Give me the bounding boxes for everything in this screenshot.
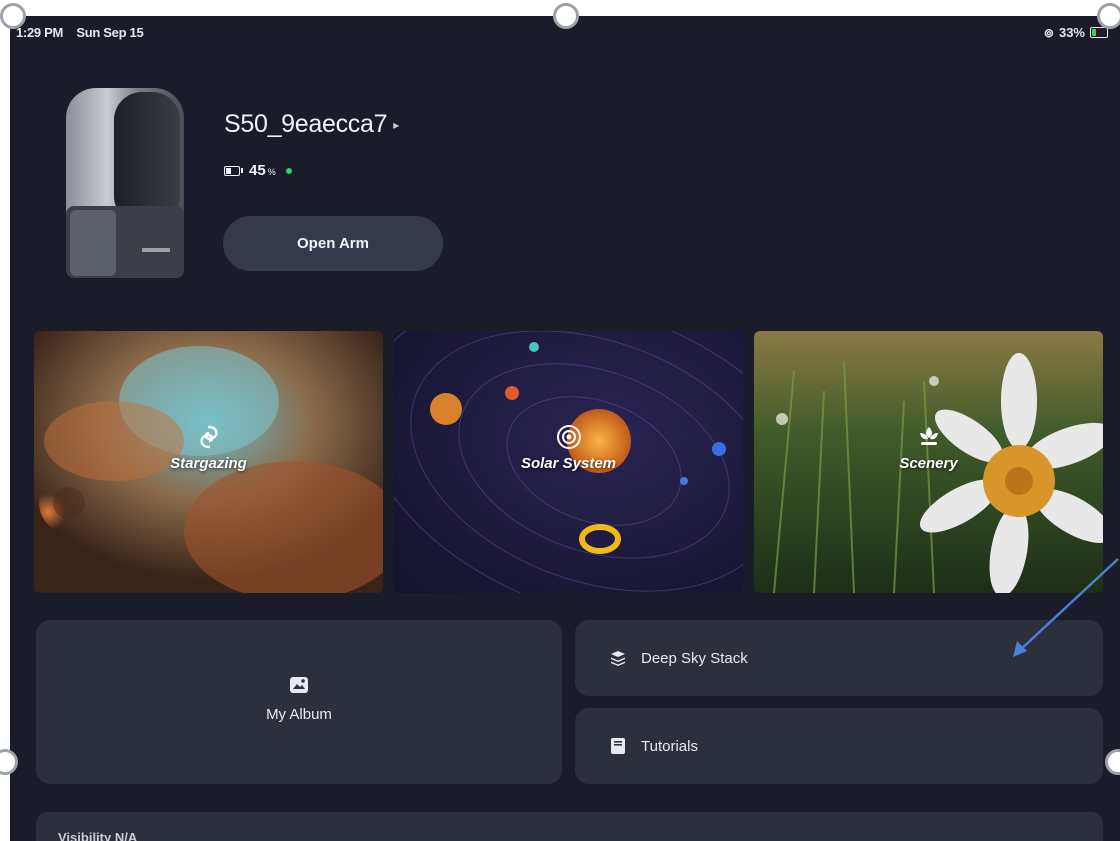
device-name-link[interactable]: S50_9eaecca7 ▸	[224, 110, 399, 139]
open-arm-button[interactable]: Open Arm	[223, 216, 443, 271]
status-time: 1:29 PM	[16, 25, 64, 40]
wifi-icon: ⊚	[1043, 25, 1054, 40]
flower-icon	[919, 427, 938, 445]
mode-label-solar-system: Solar System	[520, 455, 617, 472]
selection-handle-top-center	[553, 3, 579, 29]
deep-sky-stack-label: Deep Sky Stack	[641, 649, 748, 667]
album-icon	[290, 677, 308, 693]
mode-label-scenery: Scenery	[899, 455, 958, 472]
mode-card-solar-system[interactable]: Solar System	[394, 331, 743, 593]
my-album-tile[interactable]: My Album	[36, 620, 562, 784]
mode-card-stargazing[interactable]: Stargazing	[34, 331, 383, 593]
mode-card-scenery[interactable]: Scenery	[754, 331, 1103, 593]
tutorials-tile[interactable]: Tutorials	[575, 708, 1103, 784]
selection-handle-top-right	[1097, 3, 1120, 29]
status-battery-percent: 33%	[1058, 25, 1085, 40]
mode-label-stargazing: Stargazing	[170, 455, 247, 472]
status-date: Sun Sep 15	[76, 25, 144, 40]
battery-icon	[1090, 27, 1108, 38]
device-battery-unit: %	[267, 167, 276, 177]
telescope-device-image	[66, 88, 184, 278]
device-battery: 45 %	[224, 162, 292, 179]
stack-icon	[611, 651, 625, 666]
online-status-dot	[285, 167, 292, 174]
chevron-right-icon: ▸	[393, 118, 399, 133]
tutorials-label: Tutorials	[641, 737, 698, 755]
device-name: S50_9eaecca7	[224, 110, 388, 138]
annotation-arrow-icon	[1013, 558, 1119, 657]
my-album-label: My Album	[266, 706, 332, 723]
visibility-label: Visibility N/A	[58, 830, 138, 841]
device-battery-icon	[224, 165, 240, 176]
device-battery-value: 45	[249, 162, 266, 179]
galaxy-icon	[199, 425, 218, 449]
app-screen: 1:29 PM Sun Sep 15 ⊚ 33% S50_9eaecca7 ▸ …	[10, 16, 1120, 841]
visibility-bar[interactable]: Visibility N/A	[36, 812, 1103, 841]
orbit-icon	[556, 425, 581, 449]
book-icon	[611, 738, 625, 754]
selection-handle-top-left	[0, 3, 26, 29]
